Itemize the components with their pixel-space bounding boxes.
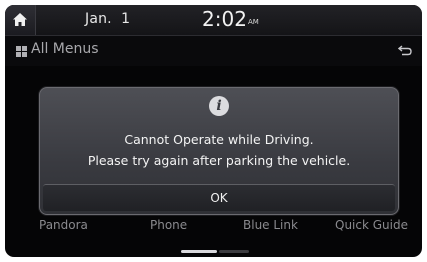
clock-time: 2:02 bbox=[202, 7, 247, 31]
menu-item-phone[interactable]: Phone bbox=[150, 218, 187, 232]
menu-item-blue-link[interactable]: Blue Link bbox=[243, 218, 298, 232]
menu-item-pandora[interactable]: Pandora bbox=[39, 218, 88, 232]
clock-ampm: AM bbox=[248, 18, 259, 26]
ok-button[interactable]: OK bbox=[43, 184, 395, 211]
grid-icon bbox=[16, 46, 27, 57]
page-indicator-active bbox=[181, 250, 217, 253]
dialog-message-line2: Please try again after parking the vehic… bbox=[87, 153, 351, 168]
home-button[interactable] bbox=[5, 5, 36, 35]
status-bar: Jan. 1 2:02 AM bbox=[5, 5, 422, 36]
back-arrow-icon[interactable] bbox=[398, 45, 412, 56]
page-title: All Menus bbox=[31, 41, 99, 57]
info-icon: i bbox=[209, 96, 229, 116]
head-unit-screen: Jan. 1 2:02 AM All Menus Pandora Phone B… bbox=[5, 5, 422, 257]
menu-item-quick-guide[interactable]: Quick Guide bbox=[335, 218, 408, 232]
alert-dialog: i Cannot Operate while Driving. Please t… bbox=[39, 87, 399, 215]
date-display: Jan. 1 bbox=[85, 11, 131, 27]
dialog-message-line1: Cannot Operate while Driving. bbox=[124, 132, 314, 147]
menu-row: Pandora Phone Blue Link Quick Guide bbox=[5, 218, 422, 236]
home-icon bbox=[13, 13, 27, 26]
title-bar: All Menus bbox=[5, 36, 422, 66]
page-indicator-inactive bbox=[219, 250, 249, 253]
